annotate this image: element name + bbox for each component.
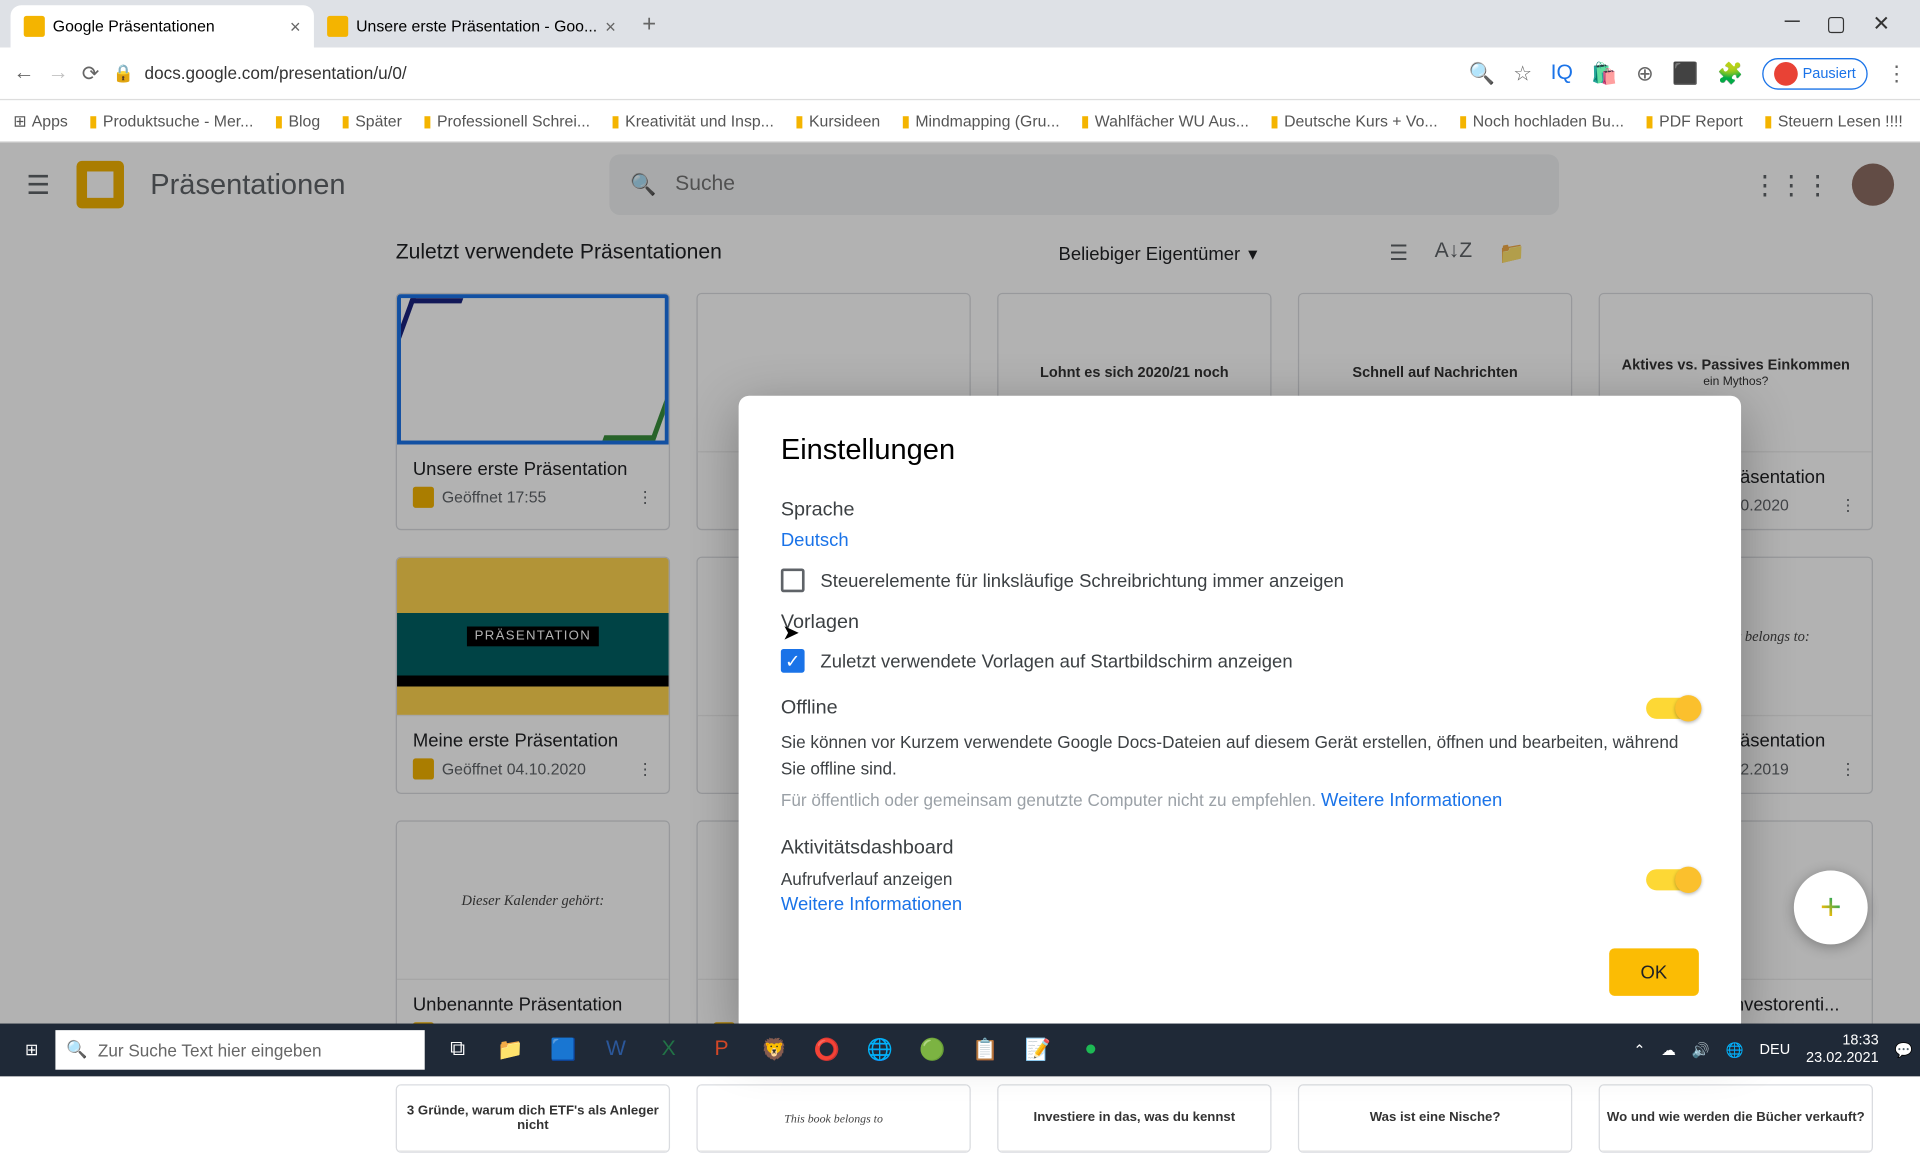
spotify-icon[interactable]: ● — [1066, 1029, 1116, 1071]
offline-description: Sie können vor Kurzem verwendete Google … — [781, 729, 1699, 780]
explorer-icon[interactable]: 📁 — [485, 1029, 535, 1071]
app-icon[interactable]: ⭕ — [802, 1029, 852, 1071]
tray-chevron-icon[interactable]: ⌃ — [1633, 1041, 1645, 1058]
tab-title: Unsere erste Präsentation - Goo... — [356, 17, 597, 35]
extension-icon[interactable]: IQ — [1551, 61, 1573, 85]
window-controls: ─ ▢ ✕ — [1785, 11, 1910, 37]
edge-icon[interactable]: 🟢 — [907, 1029, 957, 1071]
rtl-checkbox[interactable] — [781, 568, 805, 592]
tab-title: Google Präsentationen — [53, 17, 215, 35]
app-icon[interactable]: 🟦 — [538, 1029, 588, 1071]
reload-icon[interactable]: ⟳ — [82, 60, 100, 86]
bookmark-item[interactable]: ▮Blog — [274, 111, 320, 129]
bookmarks-bar: ⊞ Apps ▮Produktsuche - Mer... ▮Blog ▮Spä… — [0, 100, 1920, 142]
slides-favicon — [24, 16, 45, 37]
clock[interactable]: 18:33 23.02.2021 — [1806, 1033, 1879, 1068]
browser-tab-active[interactable]: Google Präsentationen × — [11, 5, 314, 47]
extension-icon[interactable]: 🛍️ — [1591, 60, 1617, 86]
offline-heading: Offline — [781, 696, 1646, 718]
lock-icon: 🔒 — [113, 63, 134, 84]
offline-toggle[interactable] — [1646, 697, 1699, 718]
network-icon[interactable]: 🌐 — [1726, 1041, 1744, 1058]
app-icon[interactable]: 🦁 — [749, 1029, 799, 1071]
maximize-icon[interactable]: ▢ — [1826, 11, 1846, 37]
dialog-title: Einstellungen — [781, 433, 1699, 467]
powerpoint-icon[interactable]: P — [696, 1029, 746, 1071]
presentation-card[interactable]: Investiere in das, was du kennst — [997, 1084, 1271, 1153]
new-presentation-fab[interactable]: + — [1794, 871, 1868, 945]
onedrive-icon[interactable]: ☁ — [1661, 1041, 1676, 1058]
volume-icon[interactable]: 🔊 — [1692, 1041, 1710, 1058]
activity-heading: Aktivitätsdashboard — [781, 836, 1699, 858]
plus-icon: + — [1820, 886, 1842, 928]
zoom-icon[interactable]: 🔍 — [1468, 60, 1494, 86]
apps-button[interactable]: ⊞ Apps — [13, 111, 68, 129]
extension-icon[interactable]: ⬛ — [1672, 60, 1698, 86]
language-indicator[interactable]: DEU — [1760, 1042, 1791, 1058]
activity-description: Aufrufverlauf anzeigen — [781, 867, 1646, 893]
presentation-card[interactable]: This book belongs to — [696, 1084, 970, 1153]
language-link[interactable]: Deutsch — [781, 529, 849, 550]
presentation-card[interactable]: Was ist eine Nische? — [1298, 1084, 1572, 1153]
bookmark-item[interactable]: ▮Steuern Lesen !!!! — [1764, 111, 1903, 129]
chrome-icon[interactable]: 🌐 — [855, 1029, 905, 1071]
templates-checkbox[interactable]: ✓ — [781, 649, 805, 673]
bookmark-item[interactable]: ▮Produktsuche - Mer... — [89, 111, 253, 129]
bookmark-item[interactable]: ▮Kursideen — [795, 111, 880, 129]
browser-chrome: Google Präsentationen × Unsere erste Prä… — [0, 0, 1920, 142]
url-text: docs.google.com/presentation/u/0/ — [145, 63, 407, 83]
extensions-icon[interactable]: 🧩 — [1717, 60, 1743, 86]
task-view-icon[interactable]: ⧉ — [433, 1029, 483, 1071]
slides-favicon — [327, 16, 348, 37]
rtl-checkbox-label: Steuerelemente für linksläufige Schreibr… — [820, 570, 1343, 591]
forward-icon[interactable]: → — [47, 61, 68, 85]
word-icon[interactable]: W — [591, 1029, 641, 1071]
browser-tab[interactable]: Unsere erste Präsentation - Goo... × — [314, 5, 629, 47]
app-icon[interactable]: 📋 — [960, 1029, 1010, 1071]
bookmark-item[interactable]: ▮Später — [341, 111, 402, 129]
bookmark-item[interactable]: ▮Professionell Schrei... — [423, 111, 590, 129]
notifications-icon[interactable]: 💬 — [1894, 1041, 1912, 1058]
close-window-icon[interactable]: ✕ — [1872, 11, 1890, 37]
bookmark-item[interactable]: ▮Mindmapping (Gru... — [901, 111, 1059, 129]
more-info-link[interactable]: Weitere Informationen — [1321, 789, 1502, 810]
bookmark-item[interactable]: ▮Noch hochladen Bu... — [1459, 111, 1624, 129]
profile-pause-button[interactable]: Pausiert — [1762, 57, 1868, 89]
settings-dialog: Einstellungen Sprache Deutsch Steuerelem… — [739, 396, 1741, 1032]
bookmark-item[interactable]: ▮Kreativität und Insp... — [611, 111, 774, 129]
back-icon[interactable]: ← — [13, 61, 34, 85]
minimize-icon[interactable]: ─ — [1785, 11, 1800, 37]
star-icon[interactable]: ☆ — [1513, 60, 1532, 86]
windows-taskbar: ⊞ 🔍 Zur Suche Text hier eingeben ⧉ 📁 🟦 W… — [0, 1024, 1920, 1077]
bookmark-item[interactable]: ▮Wahlfächer WU Aus... — [1081, 111, 1249, 129]
close-icon[interactable]: × — [605, 16, 616, 37]
menu-icon[interactable]: ⋮ — [1886, 60, 1907, 86]
templates-checkbox-label: Zuletzt verwendete Vorlagen auf Startbil… — [820, 650, 1292, 671]
activity-toggle[interactable] — [1646, 869, 1699, 890]
ok-button[interactable]: OK — [1609, 948, 1699, 995]
taskbar-search[interactable]: 🔍 Zur Suche Text hier eingeben — [55, 1030, 424, 1070]
language-heading: Sprache — [781, 499, 1699, 521]
new-tab-button[interactable]: + — [642, 10, 656, 38]
extension-icon[interactable]: ⊕ — [1636, 60, 1654, 86]
bookmark-item[interactable]: ▮Deutsche Kurs + Vo... — [1270, 111, 1438, 129]
offline-note: Für öffentlich oder gemeinsam genutzte C… — [781, 789, 1699, 810]
templates-heading: Vorlagen — [781, 611, 1699, 633]
bookmark-item[interactable]: ▮PDF Report — [1645, 111, 1743, 129]
excel-icon[interactable]: X — [644, 1029, 694, 1071]
activity-more-info-link[interactable]: Weitere Informationen — [781, 892, 962, 913]
tab-bar: Google Präsentationen × Unsere erste Prä… — [0, 0, 1920, 47]
close-icon[interactable]: × — [290, 16, 301, 37]
url-input[interactable]: 🔒 docs.google.com/presentation/u/0/ — [113, 63, 1456, 84]
start-button[interactable]: ⊞ — [8, 1029, 55, 1071]
notepad-icon[interactable]: 📝 — [1013, 1029, 1063, 1071]
presentation-card[interactable]: Wo und wie werden die Bücher verkauft? — [1599, 1084, 1873, 1153]
presentation-card[interactable]: 3 Gründe, warum dich ETF's als Anleger n… — [396, 1084, 670, 1153]
address-bar: ← → ⟳ 🔒 docs.google.com/presentation/u/0… — [0, 47, 1920, 100]
